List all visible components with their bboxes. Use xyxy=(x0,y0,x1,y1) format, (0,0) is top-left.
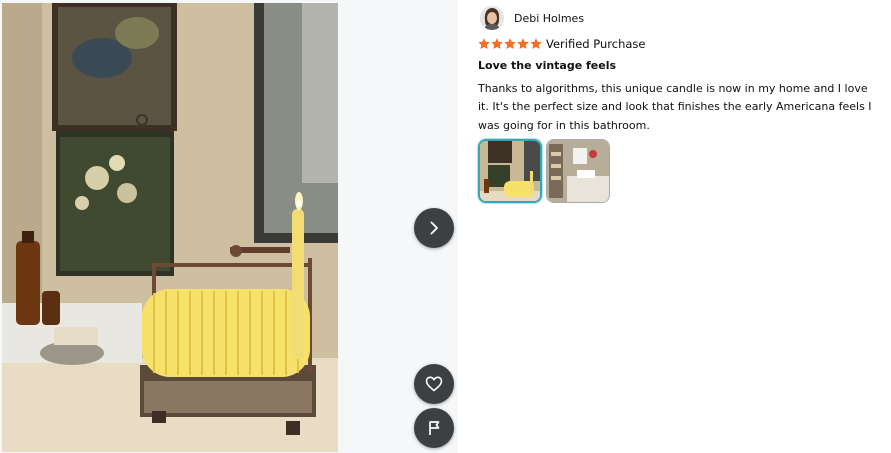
review-title: Love the vintage feels xyxy=(478,59,617,72)
star-rating xyxy=(478,38,542,50)
chevron-right-icon xyxy=(430,221,438,235)
report-button[interactable] xyxy=(414,408,454,448)
heart-icon xyxy=(425,376,443,392)
media-gallery xyxy=(0,0,458,453)
review-body: Thanks to algorithms, this unique candle… xyxy=(478,82,872,132)
star-icon xyxy=(478,38,490,49)
flag-icon xyxy=(429,421,440,435)
verified-purchase-badge: Verified Purchase xyxy=(546,37,646,51)
like-button[interactable] xyxy=(414,364,454,404)
rating-row: Verified Purchase xyxy=(478,36,645,52)
reviewer-profile[interactable]: Debi Holmes xyxy=(478,5,584,31)
star-icon xyxy=(491,38,503,49)
star-icon xyxy=(530,38,542,49)
reviewer-name[interactable]: Debi Holmes xyxy=(514,12,584,25)
thumbnail-2[interactable] xyxy=(546,139,610,203)
star-icon xyxy=(517,38,529,49)
thumbnail-1[interactable] xyxy=(478,139,542,203)
next-image-button[interactable] xyxy=(414,208,454,248)
reviewer-avatar xyxy=(480,6,504,30)
star-icon xyxy=(504,38,516,49)
thumbnail-strip xyxy=(478,139,610,203)
review-photo xyxy=(2,3,338,452)
